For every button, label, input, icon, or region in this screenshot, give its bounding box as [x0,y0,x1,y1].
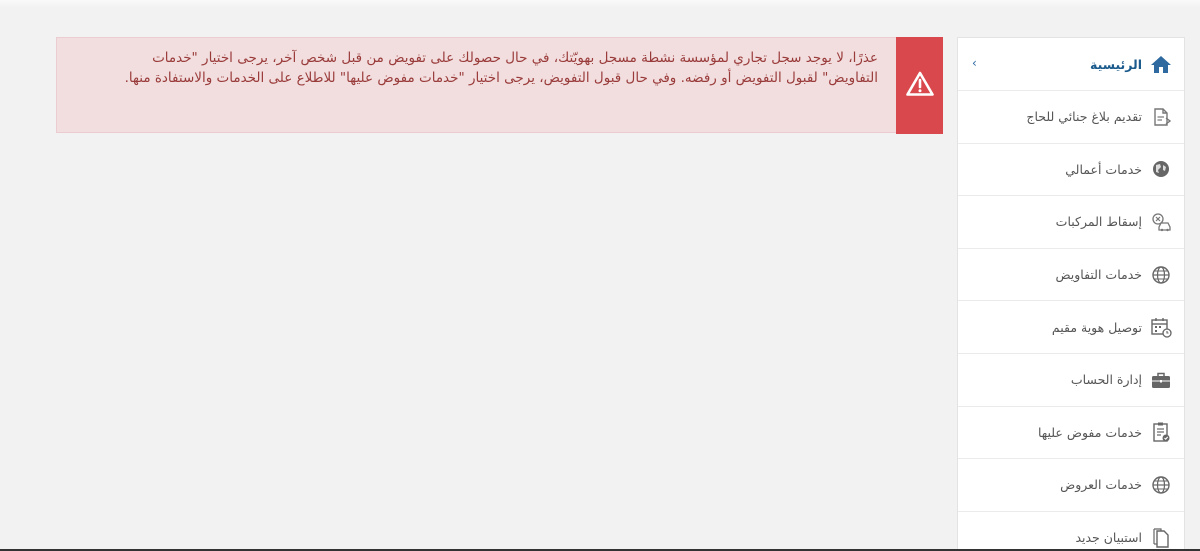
copy-document-icon [1150,527,1172,549]
sidebar-item-label: تقديم بلاغ جنائي للحاج [1026,109,1142,125]
warning-triangle-icon [905,71,934,101]
globe-business-icon [1150,158,1172,180]
sidebar-item-offers[interactable]: خدمات العروض [958,459,1184,512]
briefcase-icon [1150,369,1172,391]
clipboard-check-icon [1150,421,1172,443]
error-alert: عذرًا، لا يوجد سجل تجاري لمؤسسة نشطة مسج… [56,37,943,134]
sidebar-item-delegations[interactable]: خدمات التفاويض [958,249,1184,302]
sidebar-item-new-survey[interactable]: استبيان جديد [958,512,1184,550]
sidebar-item-label: استبيان جديد [1075,530,1142,546]
alert-message: عذرًا، لا يوجد سجل تجاري لمؤسسة نشطة مسج… [124,50,878,86]
page: عذرًا، لا يوجد سجل تجاري لمؤسسة نشطة مسج… [0,0,1200,551]
home-icon [1150,53,1172,75]
alert-icon-box [896,37,943,134]
top-bar [0,0,1200,8]
calendar-clock-icon [1150,316,1172,338]
car-remove-icon [1150,211,1172,233]
sidebar-menu: الرئيسية ‹ تقديم بلاغ جنائي للحاج خدمات … [957,37,1185,551]
sidebar-item-label: خدمات العروض [1060,477,1142,493]
sidebar-item-label: إدارة الحساب [1070,372,1142,388]
globe-icon [1150,264,1172,286]
sidebar-item-label: خدمات التفاويض [1055,267,1142,283]
sidebar-item-resident-id-delivery[interactable]: توصيل هوية مقيم [958,301,1184,354]
sidebar-item-home[interactable]: الرئيسية ‹ [958,38,1184,91]
sidebar-item-label: توصيل هوية مقيم [1051,319,1142,335]
sidebar-item-label: إسقاط المركبات [1055,214,1142,230]
sidebar-item-criminal-report[interactable]: تقديم بلاغ جنائي للحاج [958,91,1184,144]
sidebar-item-label: خدمات أعمالي [1065,161,1142,177]
sidebar-item-delegated-services[interactable]: خدمات مفوض عليها [958,407,1184,460]
document-edit-icon [1150,106,1172,128]
sidebar-item-label: الرئيسية [1090,56,1142,72]
sidebar-item-label: خدمات مفوض عليها [1037,424,1142,440]
sidebar-item-account-management[interactable]: إدارة الحساب [958,354,1184,407]
globe-icon [1150,474,1172,496]
sidebar-item-my-business[interactable]: خدمات أعمالي [958,144,1184,197]
sidebar-item-vehicle-removal[interactable]: إسقاط المركبات [958,196,1184,249]
chevron-left-icon[interactable]: ‹ [972,56,977,70]
